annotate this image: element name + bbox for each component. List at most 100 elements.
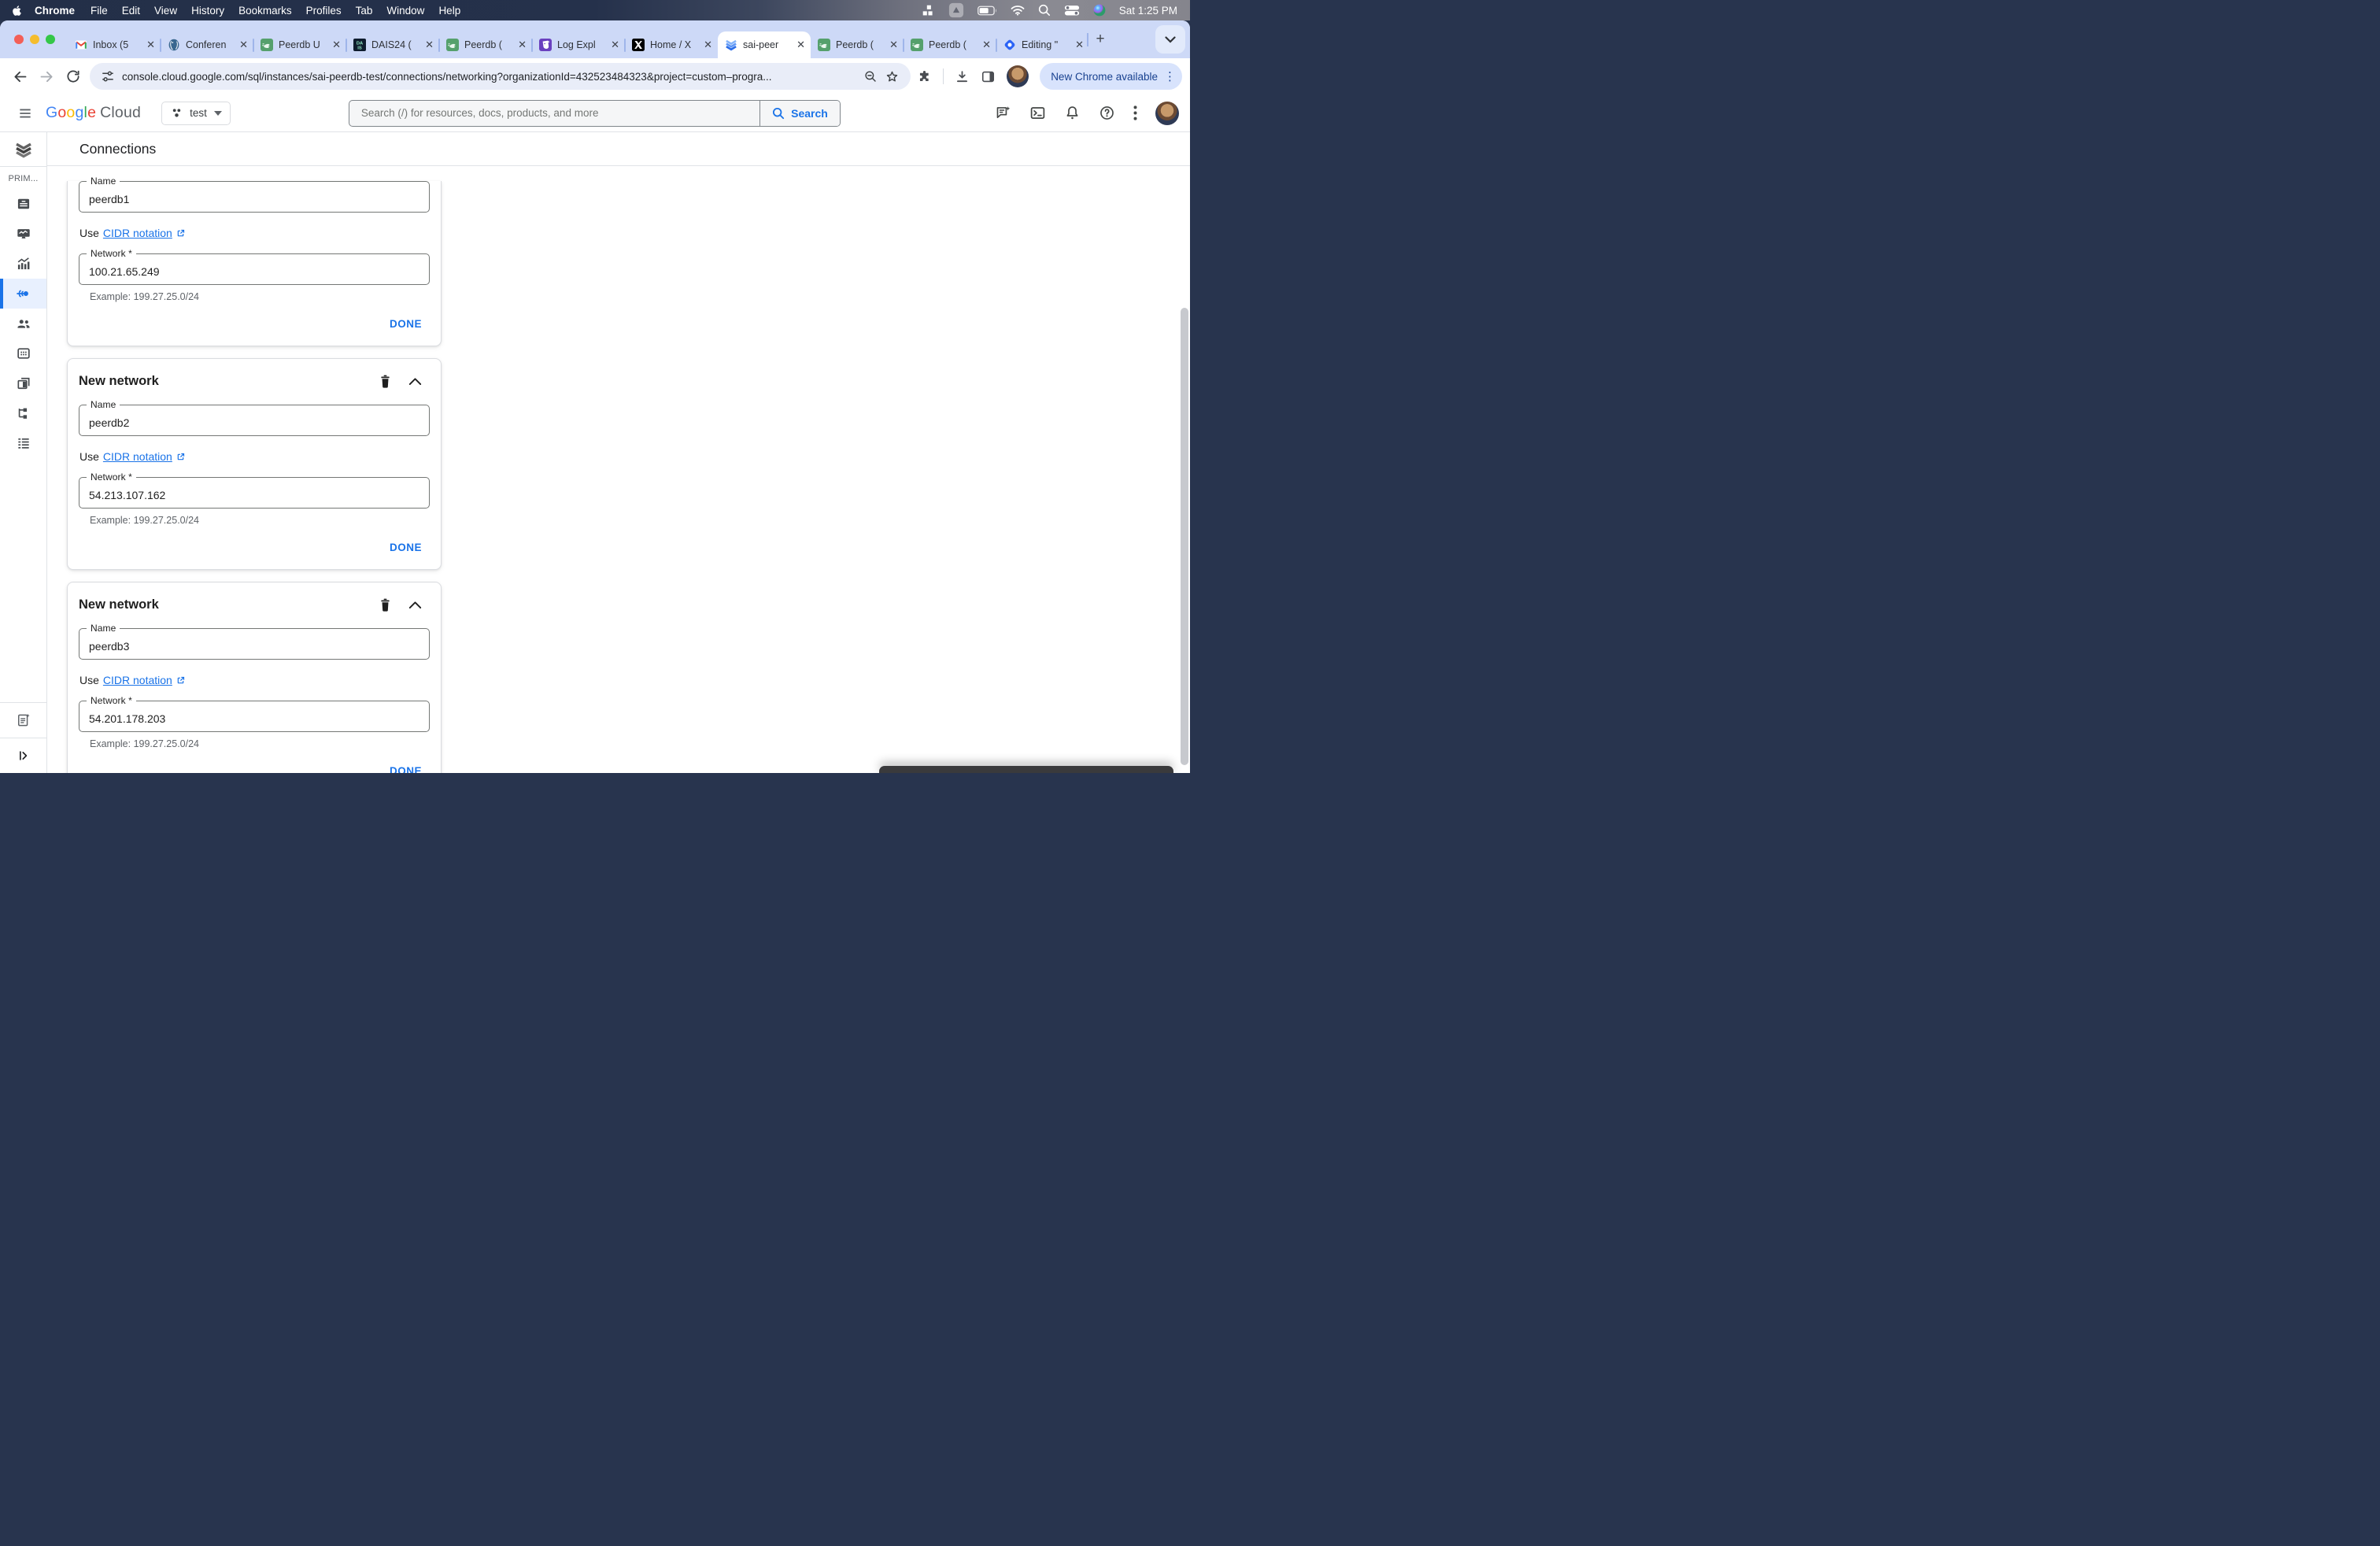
delete-trash-icon[interactable] bbox=[379, 374, 392, 389]
new-tab-button[interactable]: + bbox=[1087, 28, 1111, 50]
close-tab-icon[interactable]: ✕ bbox=[332, 39, 341, 51]
more-options-icon[interactable] bbox=[1133, 105, 1137, 120]
sidebar-item-connections[interactable] bbox=[0, 279, 46, 309]
cidr-notation-link[interactable]: CIDR notation bbox=[103, 674, 186, 686]
menubar-item-chrome[interactable]: Chrome bbox=[28, 5, 83, 17]
close-tab-icon[interactable]: ✕ bbox=[889, 39, 898, 51]
network-field[interactable]: Network * bbox=[79, 472, 430, 509]
collapse-card-icon[interactable] bbox=[408, 377, 422, 386]
tab-search-button[interactable] bbox=[1155, 25, 1185, 54]
name-field[interactable]: Name bbox=[79, 176, 430, 213]
sidebar-item-overview[interactable] bbox=[0, 189, 46, 219]
download-icon[interactable] bbox=[955, 69, 970, 84]
cidr-notation-link[interactable]: CIDR notation bbox=[103, 450, 186, 463]
google-cloud-logo[interactable]: Google Cloud bbox=[46, 104, 141, 122]
forward-button[interactable] bbox=[33, 63, 60, 90]
name-input[interactable] bbox=[79, 182, 429, 212]
name-input[interactable] bbox=[79, 405, 429, 435]
chrome-update-button[interactable]: New Chrome available ⋮ bbox=[1040, 63, 1182, 90]
apple-icon[interactable] bbox=[11, 4, 23, 17]
menubar-item-view[interactable]: View bbox=[147, 5, 184, 17]
close-tab-icon[interactable]: ✕ bbox=[425, 39, 434, 51]
cidr-notation-link[interactable]: CIDR notation bbox=[103, 227, 186, 239]
search-input[interactable] bbox=[349, 100, 760, 126]
network-field[interactable]: Network * bbox=[79, 248, 430, 285]
tab-editing[interactable]: Editing " ✕ bbox=[996, 31, 1089, 58]
search-button[interactable]: Search bbox=[759, 100, 840, 126]
release-notes-button[interactable] bbox=[0, 703, 46, 738]
zoom-out-icon[interactable] bbox=[863, 69, 878, 83]
tab-peerdb-3[interactable]: Peerdb ( ✕ bbox=[811, 31, 904, 58]
sidebar-item-system-insights[interactable] bbox=[0, 249, 46, 279]
url-text[interactable]: console.cloud.google.com/sql/instances/s… bbox=[122, 71, 856, 83]
close-tab-icon[interactable]: ✕ bbox=[704, 39, 712, 51]
delete-trash-icon[interactable] bbox=[379, 597, 392, 612]
reload-button[interactable] bbox=[60, 63, 87, 90]
menubar-item-window[interactable]: Window bbox=[379, 5, 431, 17]
close-tab-icon[interactable]: ✕ bbox=[796, 39, 805, 51]
sidebar-item-users[interactable] bbox=[0, 309, 46, 338]
menubar-item-profiles[interactable]: Profiles bbox=[299, 5, 349, 17]
cloud-shell-icon[interactable] bbox=[1029, 105, 1046, 121]
tab-peerdb-4[interactable]: Peerdb ( ✕ bbox=[903, 31, 996, 58]
menubar-item-history[interactable]: History bbox=[184, 5, 231, 17]
address-bar[interactable]: console.cloud.google.com/sql/instances/s… bbox=[90, 63, 911, 90]
minimize-window-button[interactable] bbox=[30, 35, 39, 44]
siri-icon[interactable] bbox=[1093, 4, 1106, 17]
done-button[interactable]: DONE bbox=[390, 318, 422, 330]
name-field[interactable]: Name bbox=[79, 623, 430, 660]
site-settings-icon[interactable] bbox=[101, 69, 115, 83]
done-button[interactable]: DONE bbox=[390, 765, 422, 773]
sidebar-item-backups[interactable] bbox=[0, 368, 46, 398]
gcloud-search-bar[interactable]: Search bbox=[348, 99, 841, 127]
bookmark-star-icon[interactable] bbox=[885, 69, 900, 84]
side-panel-icon[interactable] bbox=[981, 69, 996, 84]
sidebar-item-replication[interactable] bbox=[0, 398, 46, 428]
browser-menu-icon[interactable]: ⋮ bbox=[1164, 69, 1176, 83]
project-picker[interactable]: test bbox=[161, 101, 231, 125]
close-tab-icon[interactable]: ✕ bbox=[611, 39, 619, 51]
tab-log-explorer[interactable]: Log Expl ✕ bbox=[531, 31, 625, 58]
grid-blocks-icon[interactable] bbox=[922, 4, 935, 17]
page-scrollbar-thumb[interactable] bbox=[1181, 308, 1188, 765]
window-controls[interactable] bbox=[14, 35, 55, 44]
search-icon[interactable] bbox=[1038, 4, 1051, 17]
menubar-item-help[interactable]: Help bbox=[431, 5, 468, 17]
close-window-button[interactable] bbox=[14, 35, 24, 44]
close-tab-icon[interactable]: ✕ bbox=[982, 39, 991, 51]
close-tab-icon[interactable]: ✕ bbox=[1075, 39, 1084, 51]
tab-inbox[interactable]: Inbox (5 ✕ bbox=[68, 31, 161, 58]
browser-profile-avatar[interactable] bbox=[1007, 65, 1029, 87]
extensions-icon[interactable] bbox=[917, 69, 932, 84]
name-field[interactable]: Name bbox=[79, 399, 430, 436]
sidebar-item-databases[interactable] bbox=[0, 338, 46, 368]
sidebar-item-monitoring[interactable] bbox=[0, 219, 46, 249]
sidebar-item-operations[interactable] bbox=[0, 428, 46, 458]
control-center-icon[interactable] bbox=[1064, 5, 1080, 16]
gemini-assist-icon[interactable] bbox=[995, 105, 1011, 121]
app-window-icon[interactable] bbox=[948, 2, 964, 18]
tab-peerdb-1[interactable]: Peerdb U ✕ bbox=[253, 31, 346, 58]
close-tab-icon[interactable]: ✕ bbox=[146, 39, 155, 51]
menubar-item-bookmarks[interactable]: Bookmarks bbox=[231, 5, 299, 17]
tab-dais24[interactable]: DA IS DAIS24 ( ✕ bbox=[346, 31, 439, 58]
menubar-item-file[interactable]: File bbox=[83, 5, 115, 17]
collapse-sidebar-button[interactable] bbox=[0, 738, 46, 773]
network-field[interactable]: Network * bbox=[79, 695, 430, 732]
zoom-window-button[interactable] bbox=[46, 35, 55, 44]
nav-menu-icon[interactable] bbox=[9, 98, 41, 129]
back-button[interactable] bbox=[6, 63, 33, 90]
menubar-item-tab[interactable]: Tab bbox=[349, 5, 380, 17]
name-input[interactable] bbox=[79, 629, 429, 659]
close-tab-icon[interactable]: ✕ bbox=[239, 39, 248, 51]
done-button[interactable]: DONE bbox=[390, 542, 422, 553]
tab-conference[interactable]: Conferen ✕ bbox=[160, 31, 253, 58]
account-avatar[interactable] bbox=[1155, 101, 1179, 125]
tab-home-x[interactable]: Home / X ✕ bbox=[624, 31, 718, 58]
tab-peerdb-2[interactable]: Peerdb ( ✕ bbox=[438, 31, 532, 58]
notifications-bell-icon[interactable] bbox=[1064, 105, 1081, 121]
menubar-item-edit[interactable]: Edit bbox=[115, 5, 147, 17]
help-icon[interactable] bbox=[1099, 105, 1115, 121]
collapse-card-icon[interactable] bbox=[408, 601, 422, 609]
tab-sai-peerdb-active[interactable]: sai-peer ✕ bbox=[718, 31, 811, 58]
